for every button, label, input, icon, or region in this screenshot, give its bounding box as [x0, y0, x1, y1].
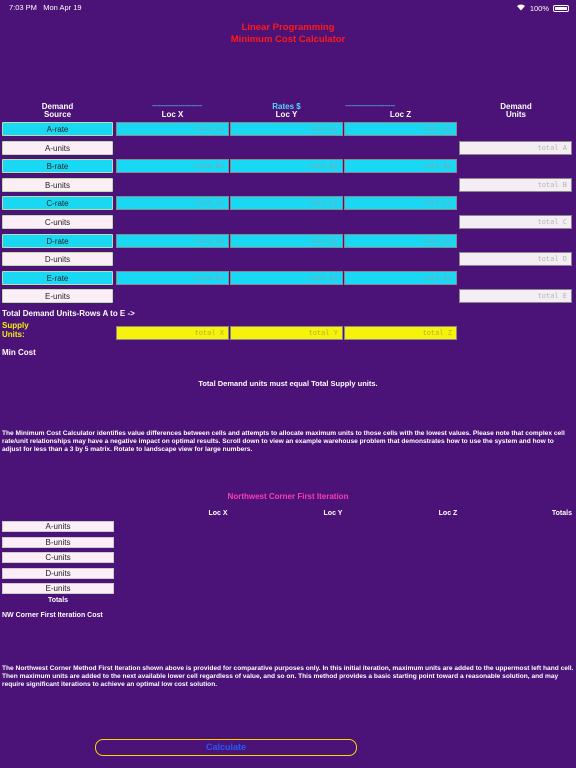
- demand-total-input[interactable]: total E: [459, 289, 572, 303]
- status-time: 7:03 PM Mon Apr 19: [9, 3, 82, 12]
- rate-x-input[interactable]: rate_Ax: [116, 122, 229, 136]
- row-label: C-units: [2, 215, 113, 229]
- calculator-description: The Minimum Cost Calculator identifies v…: [2, 430, 565, 453]
- status-bar: 7:03 PM Mon Apr 19 100%: [0, 0, 576, 14]
- row-label: A-rate: [2, 122, 113, 136]
- nw-row-label: C-units: [2, 552, 114, 563]
- supply-total-z-input[interactable]: total Z: [344, 326, 457, 340]
- nw-loc-x-header: Loc X: [208, 510, 228, 517]
- row-label: E-units: [2, 289, 113, 303]
- total-demand-label: Total Demand Units-Rows A to E ->: [2, 309, 135, 318]
- demand-total-input[interactable]: total B: [459, 178, 572, 192]
- demand-source-header: Demand Source: [41, 102, 74, 119]
- row-label: E-rate: [2, 271, 113, 285]
- rate-x-input[interactable]: rate_Bx: [116, 159, 229, 173]
- rate-z-input[interactable]: rate_Az: [344, 122, 457, 136]
- loc-x-header: Loc X: [161, 110, 184, 119]
- nw-totals-header: Totals: [551, 510, 572, 517]
- nw-row-label: A-units: [2, 521, 114, 532]
- wifi-icon: [516, 3, 526, 13]
- status-right: 100%: [516, 3, 569, 13]
- demand-total-input[interactable]: total C: [459, 215, 572, 229]
- loc-y-header: Loc Y: [275, 110, 298, 119]
- supply-units-label: Supply Units:: [2, 321, 29, 339]
- rate-y-input[interactable]: rate_Cy: [230, 196, 343, 210]
- nw-loc-y-header: Loc Y: [323, 510, 343, 517]
- title-line-2: Minimum Cost Calculator: [230, 34, 346, 45]
- demand-total-input[interactable]: total D: [459, 252, 572, 266]
- rate-z-input[interactable]: rate_Cz: [344, 196, 457, 210]
- row-label: A-units: [2, 141, 113, 155]
- min-cost-label: Min Cost: [2, 348, 36, 357]
- title-line-1: Linear Programming: [241, 22, 335, 33]
- calculate-button[interactable]: Calculate: [95, 739, 357, 756]
- nw-row-label: D-units: [2, 567, 114, 579]
- rate-x-input[interactable]: rate_Ex: [116, 271, 229, 285]
- balance-notice: Total Demand units must equal Total Supp…: [198, 379, 378, 388]
- rate-x-input[interactable]: rate_Cx: [116, 196, 229, 210]
- rate-z-input[interactable]: rate_Bz: [344, 159, 457, 173]
- dash-x: -----------------------: [152, 101, 202, 110]
- row-label: C-rate: [2, 196, 113, 210]
- nw-row-label: E-units: [2, 583, 114, 594]
- supply-total-x-input[interactable]: total X: [116, 326, 229, 340]
- loc-z-header: Loc Z: [389, 110, 412, 119]
- rate-z-input[interactable]: rate_Dz: [344, 234, 457, 248]
- demand-units-header: Demand Units: [500, 102, 532, 119]
- rate-z-input[interactable]: rate_Ez: [344, 271, 457, 285]
- supply-total-y-input[interactable]: total Y: [230, 326, 343, 340]
- rate-y-input[interactable]: rate_Ay: [230, 122, 343, 136]
- nw-row-label: B-units: [2, 536, 114, 548]
- row-label: B-units: [2, 178, 113, 192]
- nw-description: The Northwest Corner Method First Iterat…: [2, 665, 574, 688]
- row-label: D-rate: [2, 234, 113, 248]
- rate-y-input[interactable]: rate_Ey: [230, 271, 343, 285]
- nw-cost-label: NW Corner First Iteration Cost: [2, 612, 103, 619]
- nw-totals-row-label: Totals: [47, 597, 69, 604]
- dash-z: -----------------------: [345, 101, 395, 110]
- rate-y-input[interactable]: rate_Dy: [230, 234, 343, 248]
- rate-x-input[interactable]: rate_Dx: [116, 234, 229, 248]
- nw-title: Northwest Corner First Iteration: [227, 492, 349, 501]
- nw-loc-z-header: Loc Z: [438, 510, 458, 517]
- row-label: D-units: [2, 252, 113, 266]
- battery-icon: [553, 4, 569, 12]
- row-label: B-rate: [2, 159, 113, 173]
- rate-y-input[interactable]: rate_By: [230, 159, 343, 173]
- battery-percent: 100%: [529, 3, 549, 13]
- demand-total-input[interactable]: total A: [459, 141, 572, 155]
